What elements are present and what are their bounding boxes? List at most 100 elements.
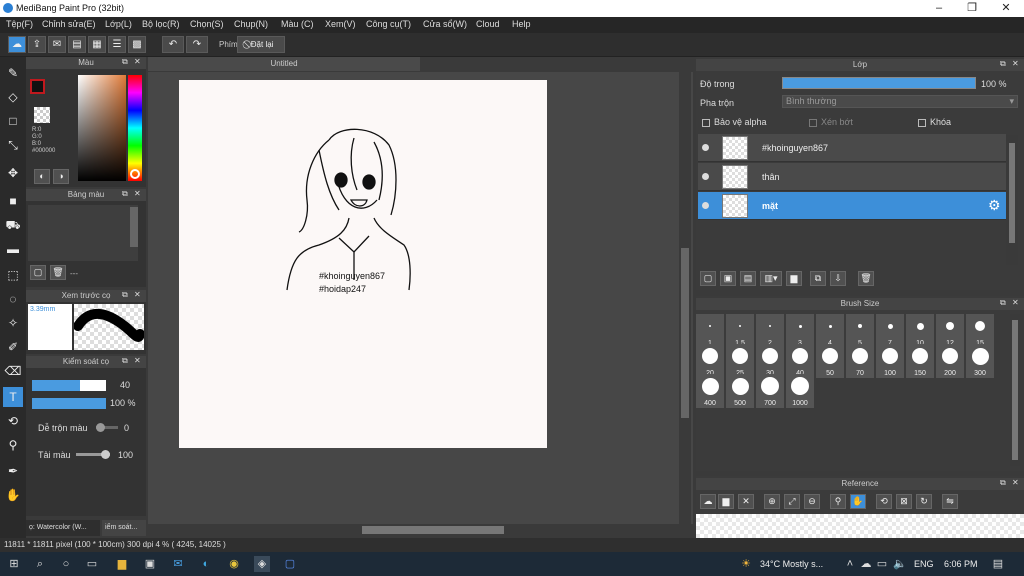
canvas-tab[interactable]: Untitled [148, 57, 420, 71]
store-icon[interactable]: ▣ [142, 556, 158, 572]
comment-icon[interactable]: ✉ [48, 36, 66, 53]
menu-edit[interactable]: Chỉnh sửa(E) [42, 19, 96, 29]
duplicate-layer-icon[interactable]: ⧉ [810, 271, 826, 286]
notification-icon[interactable]: ▤ [990, 556, 1006, 572]
zoom-in-icon[interactable]: ⊕ [764, 494, 780, 509]
close-button[interactable]: ✕ [989, 0, 1023, 17]
layer-type-dropdown[interactable]: ▥▾ [760, 271, 782, 286]
move-tool-icon[interactable]: ✥ [3, 163, 23, 183]
brush-opacity-slider[interactable] [32, 398, 106, 409]
rectangle-tool-icon[interactable]: □ [3, 111, 23, 131]
menu-layer[interactable]: Lớp(L) [105, 19, 132, 29]
canvas-horizontal-scrollbar[interactable] [148, 524, 693, 536]
eraser-tool-icon[interactable]: ◇ [3, 87, 23, 107]
cloud-icon[interactable]: ☁ [8, 36, 26, 53]
document-icon[interactable]: ▦ [88, 36, 106, 53]
actual-size-icon[interactable]: ⊠ [896, 494, 912, 509]
share-icon[interactable]: ⇪ [28, 36, 46, 53]
brush-control-tab[interactable]: iểm soát... [102, 520, 146, 536]
new-folder-icon[interactable]: ▆ [786, 271, 802, 286]
brush-size-option[interactable]: 20 [696, 344, 724, 378]
gear-icon[interactable]: ⚙ [988, 197, 1001, 214]
visibility-icon[interactable] [702, 144, 709, 151]
rotate-icon[interactable]: ⟲ [876, 494, 892, 509]
weather-text[interactable]: 34°C Mostly s... [760, 559, 823, 569]
hand-ref-icon[interactable]: ✋ [850, 494, 866, 509]
panel-float-icon[interactable]: ⧉ [1000, 59, 1006, 69]
new-layer-icon[interactable]: ▢ [700, 271, 716, 286]
brush-size-option[interactable]: 12 [936, 314, 964, 348]
hue-slider[interactable] [128, 75, 142, 181]
panel-close-icon[interactable]: ✕ [1012, 478, 1019, 487]
undo-icon[interactable]: ↶ [162, 36, 184, 53]
brush-size-option[interactable]: 300 [966, 344, 994, 378]
brush-size-option[interactable]: 5 [846, 314, 874, 348]
color-swap-icon[interactable]: ◑ [53, 169, 69, 184]
new-palette-icon[interactable]: ▢ [30, 265, 46, 280]
protect-alpha-checkbox[interactable]: Bảo vệ alpha [702, 117, 767, 127]
lock-checkbox[interactable]: Khóa [918, 117, 951, 127]
panel-float-icon[interactable]: ⧉ [122, 356, 128, 366]
reference-image-area[interactable] [696, 514, 1024, 538]
gradient-tool-icon[interactable]: ▬ [3, 239, 23, 259]
redo-icon[interactable]: ↷ [186, 36, 208, 53]
zoom-out-icon[interactable]: ⊖ [804, 494, 820, 509]
brush-size-option[interactable]: 1.5 [726, 314, 754, 348]
clip-checkbox[interactable]: Xén bớt [809, 117, 853, 127]
visibility-icon[interactable] [702, 173, 709, 180]
brush-size-slider[interactable] [32, 380, 106, 391]
zalo-icon[interactable]: ▢ [282, 556, 298, 572]
palette-scrollbar[interactable] [130, 207, 138, 247]
brush-size-option[interactable]: 25 [726, 344, 754, 378]
brush-size-option[interactable]: 400 [696, 374, 724, 408]
volume-icon[interactable]: 🔈 [892, 556, 908, 572]
medibang-taskbar-icon[interactable]: ◈ [254, 556, 270, 572]
color-mode-icon[interactable]: ◐ [34, 169, 50, 184]
delete-palette-icon[interactable]: 🗑 [50, 265, 66, 280]
primary-color-swatch[interactable] [30, 79, 45, 94]
cloud-tray-icon[interactable]: ☁ [858, 556, 874, 572]
brush-size-option[interactable]: 40 [786, 344, 814, 378]
menu-view[interactable]: Xem(V) [325, 19, 356, 29]
task-view-icon[interactable]: ▭ [84, 556, 100, 572]
brush-size-option[interactable]: 1 [696, 314, 724, 348]
layer-opacity-slider[interactable] [782, 77, 976, 89]
brush-size-option[interactable]: 70 [846, 344, 874, 378]
brush-size-option[interactable]: 1000 [786, 374, 814, 408]
layer-row[interactable]: #khoinguyen867 [698, 134, 1006, 162]
panel-float-icon[interactable]: ⧉ [122, 57, 128, 67]
menu-window[interactable]: Cửa sổ(W) [423, 19, 467, 29]
panel-close-icon[interactable]: ✕ [134, 57, 141, 66]
menu-color[interactable]: Màu (C) [281, 19, 314, 29]
canvas-area[interactable]: #khoinguyen867 #hoidap247 [148, 72, 693, 524]
file-explorer-icon[interactable]: ▆ [114, 556, 130, 572]
new-halftone-layer-icon[interactable]: ▣ [720, 271, 736, 286]
message-icon[interactable]: ▤ [68, 36, 86, 53]
brush-size-option[interactable]: 30 [756, 344, 784, 378]
brush-size-option[interactable]: 3 [786, 314, 814, 348]
panel-close-icon[interactable]: ✕ [134, 290, 141, 299]
menu-select[interactable]: Chọn(S) [190, 19, 224, 29]
chevron-up-icon[interactable]: ˄ [842, 556, 858, 572]
brush-size-option[interactable]: 50 [816, 344, 844, 378]
network-icon[interactable]: ▭ [874, 556, 890, 572]
new-1bit-layer-icon[interactable]: ▤ [740, 271, 756, 286]
layer-scrollbar[interactable] [1006, 135, 1018, 265]
reset-view-icon[interactable]: ↻ [916, 494, 932, 509]
brush-tab[interactable]: ọ: Watercolor (W... [26, 520, 100, 536]
delete-layer-icon[interactable]: 🗑 [858, 271, 874, 286]
operation-tool-icon[interactable]: ⟲ [3, 411, 23, 431]
panel-float-icon[interactable]: ⧉ [1000, 298, 1006, 308]
brush-size-scrollbar[interactable] [1010, 314, 1020, 466]
panel-close-icon[interactable]: ✕ [134, 189, 141, 198]
blend-slider[interactable] [96, 423, 118, 432]
lasso-tool-icon[interactable]: ◌ [3, 289, 23, 309]
blend-mode-select[interactable]: Bình thường ▾ [782, 95, 1018, 108]
merge-layer-icon[interactable]: ⇩ [830, 271, 846, 286]
canvas-vertical-scrollbar[interactable] [679, 72, 691, 524]
edge-icon[interactable]: ◐ [198, 556, 214, 572]
reload-slider[interactable] [76, 450, 110, 459]
brush-size-option[interactable]: 10 [906, 314, 934, 348]
select-pen-icon[interactable]: ✐ [3, 337, 23, 357]
text-tool-icon[interactable]: T [3, 387, 23, 407]
